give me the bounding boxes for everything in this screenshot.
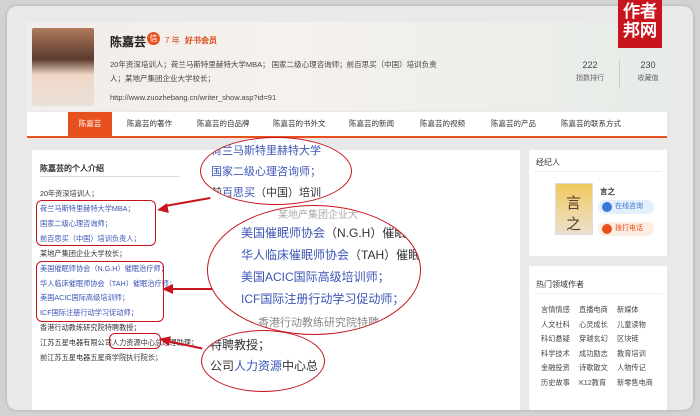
zoom-line: 前百思买（中国）培训 xyxy=(211,184,321,200)
zoom-line: 美国催眠师协会（N.G.H）催眠 xyxy=(241,224,406,241)
hot-authors-title: 热门领域作者 xyxy=(536,280,584,289)
agent-divider xyxy=(534,171,662,172)
watermark-line: 邦网 xyxy=(623,21,657,40)
nav-tab-brand[interactable]: 陈嘉芸的自品牌 xyxy=(197,112,250,136)
zoom-callout-hr: 特聘教授； 公司人力资源中心总 xyxy=(201,330,325,392)
nav-tab-news[interactable]: 陈嘉芸的新闻 xyxy=(349,112,394,136)
member-level[interactable]: 好书会员 xyxy=(185,35,217,46)
hot-divider xyxy=(534,293,662,294)
zoom-line: 某地产集团企业大 xyxy=(278,210,358,221)
hot-tag-link[interactable]: 新媒体 xyxy=(617,305,639,315)
hot-tag-link[interactable]: K12教育 xyxy=(579,378,606,388)
zoom-callout-certifications: 某地产集团企业大 美国催眠师协会（N.G.H）催眠 华人临床催眠师协会（TAH）… xyxy=(207,205,421,335)
hot-tag-link[interactable]: 诗歌散文 xyxy=(579,363,608,373)
intro-line: 20年资深培训人； xyxy=(40,189,99,198)
bio-line: 20年资深培训人；荷兰马斯特里赫特大学MBA； 国家二级心理咨询师；前百思买（中… xyxy=(110,60,437,69)
zoom-text: 百思买 xyxy=(222,187,255,199)
author-name: 陈嘉芸 xyxy=(110,35,147,49)
annotation-arrow xyxy=(172,288,214,290)
hot-tag-link[interactable]: 成功励志 xyxy=(579,349,608,359)
intro-line: 香港行动教练研究院特聘教授； xyxy=(40,323,141,332)
agent-title: 经纪人 xyxy=(536,158,560,167)
zoom-line: 特聘教授； xyxy=(210,338,271,352)
stat-rank-value: 222 xyxy=(582,60,598,70)
hot-tag-link[interactable]: 直播电商 xyxy=(579,305,608,315)
zoom-text: （N.G.H）催眠 xyxy=(325,226,407,240)
zoom-line: 国家二级心理咨询师； xyxy=(211,166,321,178)
online-consult-button[interactable]: 在线咨询 xyxy=(598,200,654,214)
hot-tag-link[interactable]: 穿越玄幻 xyxy=(579,334,608,344)
zoom-text: 前 xyxy=(211,187,222,199)
annotation-arrowhead xyxy=(158,333,171,347)
zoom-text: （中国）培训 xyxy=(255,187,321,199)
highlight-box-certifications xyxy=(36,261,164,322)
phone-icon xyxy=(602,224,612,234)
agent-name: 言之 xyxy=(600,187,615,196)
hot-tag-link[interactable]: 科幻悬疑 xyxy=(541,334,570,344)
zoom-text: 公司 xyxy=(210,359,235,373)
intro-title-underline xyxy=(40,176,180,177)
zoom-callout-education: 荷兰马斯特里赫特大学 国家二级心理咨询师； 前百思买（中国）培训 xyxy=(200,137,352,205)
watermark-line: 作者 xyxy=(623,2,657,21)
stat-rank: 222 指数排行 xyxy=(565,60,615,83)
hot-tag-link[interactable]: 心灵成长 xyxy=(579,320,608,330)
nav-tab-contact[interactable]: 陈嘉芸的联系方式 xyxy=(561,112,621,136)
stat-divider xyxy=(619,60,620,88)
hot-tag-link[interactable]: 人物传记 xyxy=(617,363,646,373)
author-url[interactable]: http://www.zuozhebang.cn/writer_show.asp… xyxy=(110,93,276,102)
hot-tag-link[interactable]: 金融投资 xyxy=(541,363,570,373)
chat-icon xyxy=(602,202,612,212)
online-consult-label: 在线咨询 xyxy=(615,203,643,210)
hot-tag-link[interactable]: 区块链 xyxy=(617,334,639,344)
verified-badge: 信 xyxy=(147,32,160,45)
highlight-box-education xyxy=(36,200,156,246)
annotation-arrowhead xyxy=(156,203,169,215)
hot-tag-link[interactable]: 教育培训 xyxy=(617,349,646,359)
zoom-line: 公司人力资源中心总 xyxy=(210,357,318,374)
zoom-text: （TAH）催眠 xyxy=(349,248,421,262)
separator: | xyxy=(177,35,180,44)
agent-book-cover[interactable]: 言之 xyxy=(555,183,593,235)
zoom-line: 荷兰马斯特里赫特大学 xyxy=(211,145,321,157)
zoom-text: 人力资源 xyxy=(234,359,283,373)
nav-tab-foreign[interactable]: 陈嘉芸的书外文 xyxy=(273,112,326,136)
call-button[interactable]: 拨打电话 xyxy=(598,222,654,236)
hot-tag-link[interactable]: 言情情感 xyxy=(541,305,570,315)
zoom-line: 华人临床催眠师协会（TAH）催眠 xyxy=(241,246,420,263)
stat-collect-label: 收藏值 xyxy=(637,75,659,82)
hot-tag-link[interactable]: 历史故事 xyxy=(541,378,570,388)
hot-tag-link[interactable]: 科学技术 xyxy=(541,349,570,359)
author-avatar xyxy=(32,28,94,106)
nav-tab-home[interactable]: 陈嘉芸 xyxy=(68,112,112,136)
agent-book-title: 言之 xyxy=(566,195,582,233)
hot-tag-link[interactable]: 儿童读物 xyxy=(617,320,646,330)
intro-title: 陈嘉芸的个人介绍 xyxy=(40,164,104,173)
intro-line: 某地产集团企业大学校长； xyxy=(40,249,127,258)
intro-line: 前江苏五星电器五星商学院执行院长； xyxy=(40,353,163,362)
highlight-box-hr xyxy=(109,333,161,349)
nav-tab-video[interactable]: 陈嘉芸的视频 xyxy=(420,112,465,136)
site-watermark-logo: 作者 邦网 xyxy=(618,0,662,48)
hot-tag-link[interactable]: 人文社科 xyxy=(541,320,570,330)
zoom-text: 华人临床催眠师协会 xyxy=(241,248,350,262)
zoom-text: 中心总 xyxy=(282,359,319,373)
nav-tab-works[interactable]: 陈嘉芸的著作 xyxy=(127,112,172,136)
zoom-text: 美国催眠师协会 xyxy=(241,226,326,240)
stat-collect: 230 收藏值 xyxy=(623,60,673,83)
zoom-line: ICF国际注册行动学习促动师； xyxy=(241,292,405,306)
zoom-line: 美国ACIC国际高级培训师； xyxy=(241,270,390,284)
author-bio: 20年资深培训人；荷兰马斯特里赫特大学MBA； 国家二级心理咨询师；前百思买（中… xyxy=(110,58,440,86)
hot-tag-link[interactable]: 新零售电商 xyxy=(617,378,653,388)
nav-tab-products[interactable]: 陈嘉芸的产品 xyxy=(491,112,536,136)
call-label: 拨打电话 xyxy=(615,225,643,232)
zoom-line: 香港行动教练研究院特聘 xyxy=(258,317,379,329)
stat-collect-value: 230 xyxy=(640,60,656,70)
stat-rank-label: 指数排行 xyxy=(576,75,604,82)
annotation-arrowhead xyxy=(162,284,173,294)
bio-line: 人；某地产集团企业大学校长； xyxy=(110,74,215,83)
